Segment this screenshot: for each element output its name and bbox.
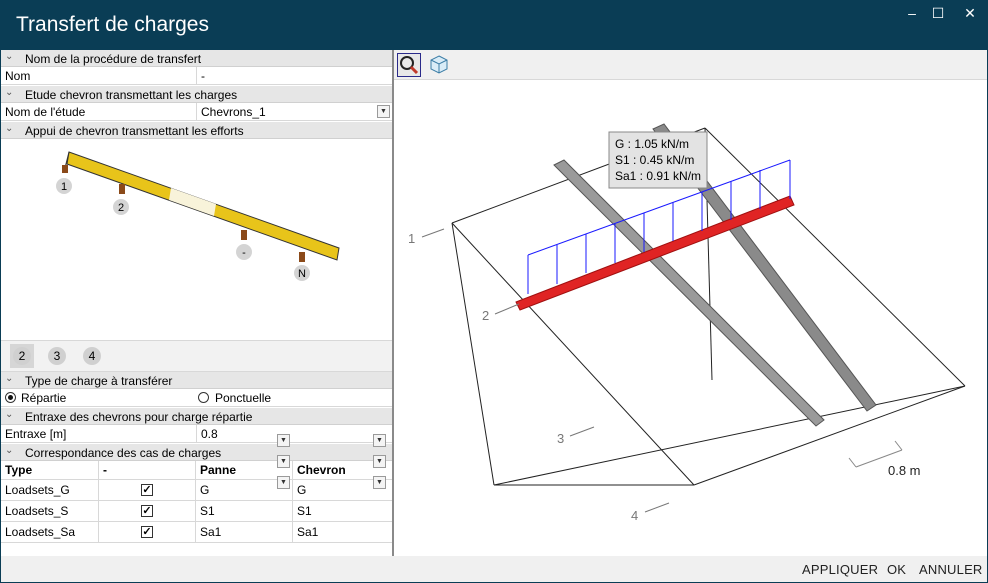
chevron-down-icon[interactable]: ▼ bbox=[277, 476, 290, 489]
section-title: Appui de chevron transmettant les effort… bbox=[25, 124, 244, 138]
load-type-section-header[interactable]: ⌄ Type de charge à transférer bbox=[1, 372, 393, 389]
3d-scene: G : 1.05 kN/m S1 : 0.45 kN/m Sa1 : 0.91 … bbox=[408, 123, 966, 523]
chevron-down-icon[interactable]: ▼ bbox=[373, 434, 386, 447]
node-label: 1 bbox=[408, 231, 415, 246]
checkbox[interactable]: ✓ bbox=[141, 505, 153, 517]
node-label: 4 bbox=[631, 508, 638, 523]
support-post bbox=[299, 252, 305, 262]
table-row: Loadsets_Sa ✓ Sa1 ▼ Sa1 ▼ bbox=[1, 476, 393, 543]
field-label: Nom bbox=[5, 69, 31, 83]
support-post bbox=[119, 184, 125, 194]
title-bar: Transfert de charges – ☐ ✕ bbox=[0, 0, 988, 50]
radio-label: Ponctuelle bbox=[215, 391, 272, 405]
mapping-section-header[interactable]: ⌄ Correspondance des cas de charges bbox=[1, 444, 393, 461]
dimension-label: 0.8 m bbox=[888, 463, 921, 478]
section-title: Etude chevron transmettant les charges bbox=[25, 88, 238, 102]
support-marker-label: 2 bbox=[118, 202, 124, 214]
cube-view-icon[interactable] bbox=[428, 54, 450, 76]
radio-repartie[interactable] bbox=[5, 392, 16, 403]
support-post bbox=[62, 165, 68, 173]
tooltip-line: Sa1 : 0.91 kN/m bbox=[615, 169, 701, 183]
support-section-header[interactable]: ⌄ Appui de chevron transmettant les effo… bbox=[1, 122, 393, 139]
chevron-collapse-icon: ⌄ bbox=[5, 445, 14, 456]
type-cell: Loadsets_S bbox=[1, 501, 99, 522]
support-marker-label: N bbox=[298, 268, 306, 280]
checkbox[interactable]: ✓ bbox=[141, 526, 153, 538]
chevron-collapse-icon: ⌄ bbox=[5, 373, 14, 384]
chevron-collapse-icon: ⌄ bbox=[5, 409, 14, 420]
tab-support-3[interactable]: 3 bbox=[45, 344, 69, 368]
section-title: Type de charge à transférer bbox=[25, 374, 173, 388]
table-row: Loadsets_G ✓ G ▼ G ▼ bbox=[1, 434, 393, 501]
study-name-row: Nom de l'étude Chevrons_1 ▼ bbox=[1, 103, 393, 121]
support-post bbox=[241, 230, 247, 240]
chevron-select[interactable]: Sa1 bbox=[293, 522, 393, 543]
column-header: Type bbox=[1, 461, 99, 480]
support-tabs: 2 3 4 bbox=[1, 340, 393, 372]
chevron-collapse-icon: ⌄ bbox=[5, 51, 14, 62]
type-cell: Loadsets_Sa bbox=[1, 522, 99, 543]
chevron-collapse-icon: ⌄ bbox=[5, 87, 14, 98]
mapping-table-header: Type - Panne Chevron bbox=[1, 461, 393, 480]
chevron-collapse-icon: ⌄ bbox=[5, 123, 14, 134]
field-label: Nom de l'étude bbox=[5, 105, 86, 119]
viewer-toolbar bbox=[394, 50, 987, 80]
study-select[interactable]: Chevrons_1 bbox=[201, 105, 266, 119]
field-label: Entraxe [m] bbox=[5, 427, 67, 441]
node-arrows bbox=[421, 228, 670, 513]
window-title: Transfert de charges bbox=[16, 13, 209, 36]
table-row: Loadsets_S ✓ S1 ▼ S1 ▼ bbox=[1, 455, 393, 522]
section-title: Nom de la procédure de transfert bbox=[25, 52, 202, 66]
section-title: Entraxe des chevrons pour charge réparti… bbox=[25, 410, 253, 424]
spacing-input[interactable]: 0.8 bbox=[201, 427, 218, 441]
check-cell: ✓ bbox=[99, 522, 196, 543]
support-marker-label: 1 bbox=[61, 181, 67, 193]
panne-select[interactable]: S1 bbox=[196, 501, 293, 522]
type-cell: Loadsets_G bbox=[1, 480, 99, 501]
chevron-down-icon[interactable]: ▼ bbox=[373, 455, 386, 468]
panne-select[interactable]: Sa1 bbox=[196, 522, 293, 543]
chevron-down-icon[interactable]: ▼ bbox=[277, 455, 290, 468]
spacing-row: Entraxe [m] 0.8 bbox=[1, 425, 393, 443]
3d-viewer[interactable]: G : 1.05 kN/m S1 : 0.45 kN/m Sa1 : 0.91 … bbox=[394, 50, 987, 556]
procedure-name-field[interactable]: - bbox=[201, 69, 205, 83]
radio-ponctuelle[interactable] bbox=[198, 392, 209, 403]
tab-support-4[interactable]: 4 bbox=[80, 344, 104, 368]
zoom-icon[interactable] bbox=[397, 53, 421, 77]
ok-button[interactable]: OK bbox=[887, 562, 906, 577]
close-button[interactable]: ✕ bbox=[955, 4, 985, 22]
load-tooltip: G : 1.05 kN/m S1 : 0.45 kN/m Sa1 : 0.91 … bbox=[608, 131, 708, 189]
chevron-select[interactable]: S1 bbox=[293, 501, 393, 522]
chevron-down-icon[interactable]: ▼ bbox=[277, 434, 290, 447]
load-type-row: Répartie Ponctuelle bbox=[1, 389, 393, 407]
chevron-down-icon[interactable]: ▼ bbox=[377, 105, 390, 118]
chevron-down-icon[interactable]: ▼ bbox=[373, 476, 386, 489]
support-diagram: 1 2 - N bbox=[56, 151, 340, 281]
node-label: 2 bbox=[482, 308, 489, 323]
procedure-section-header[interactable]: ⌄ Nom de la procédure de transfert bbox=[1, 50, 393, 67]
checkbox[interactable]: ✓ bbox=[141, 484, 153, 496]
tab-support-2[interactable]: 2 bbox=[10, 344, 34, 368]
study-section-header[interactable]: ⌄ Etude chevron transmettant les charges bbox=[1, 86, 393, 103]
rafter-bar bbox=[64, 151, 340, 261]
tooltip-line: G : 1.05 kN/m bbox=[615, 137, 689, 151]
check-cell: ✓ bbox=[99, 501, 196, 522]
support-marker-label: - bbox=[242, 247, 246, 259]
dialog-buttons: APPLIQUER OK ANNULER bbox=[0, 556, 988, 583]
column-header: - bbox=[99, 461, 196, 480]
maximize-button[interactable]: ☐ bbox=[923, 4, 953, 22]
tooltip-line: S1 : 0.45 kN/m bbox=[615, 153, 694, 167]
section-title: Correspondance des cas de charges bbox=[25, 446, 222, 460]
properties-panel: ⌄ Nom de la procédure de transfert Nom -… bbox=[0, 50, 393, 556]
procedure-name-row: Nom - bbox=[1, 67, 393, 85]
radio-label: Répartie bbox=[21, 391, 67, 405]
cancel-button[interactable]: ANNULER bbox=[919, 562, 983, 577]
node-label: 3 bbox=[557, 431, 564, 446]
check-cell: ✓ bbox=[99, 480, 196, 501]
spacing-section-header[interactable]: ⌄ Entraxe des chevrons pour charge répar… bbox=[1, 408, 393, 425]
apply-button[interactable]: APPLIQUER bbox=[802, 562, 878, 577]
